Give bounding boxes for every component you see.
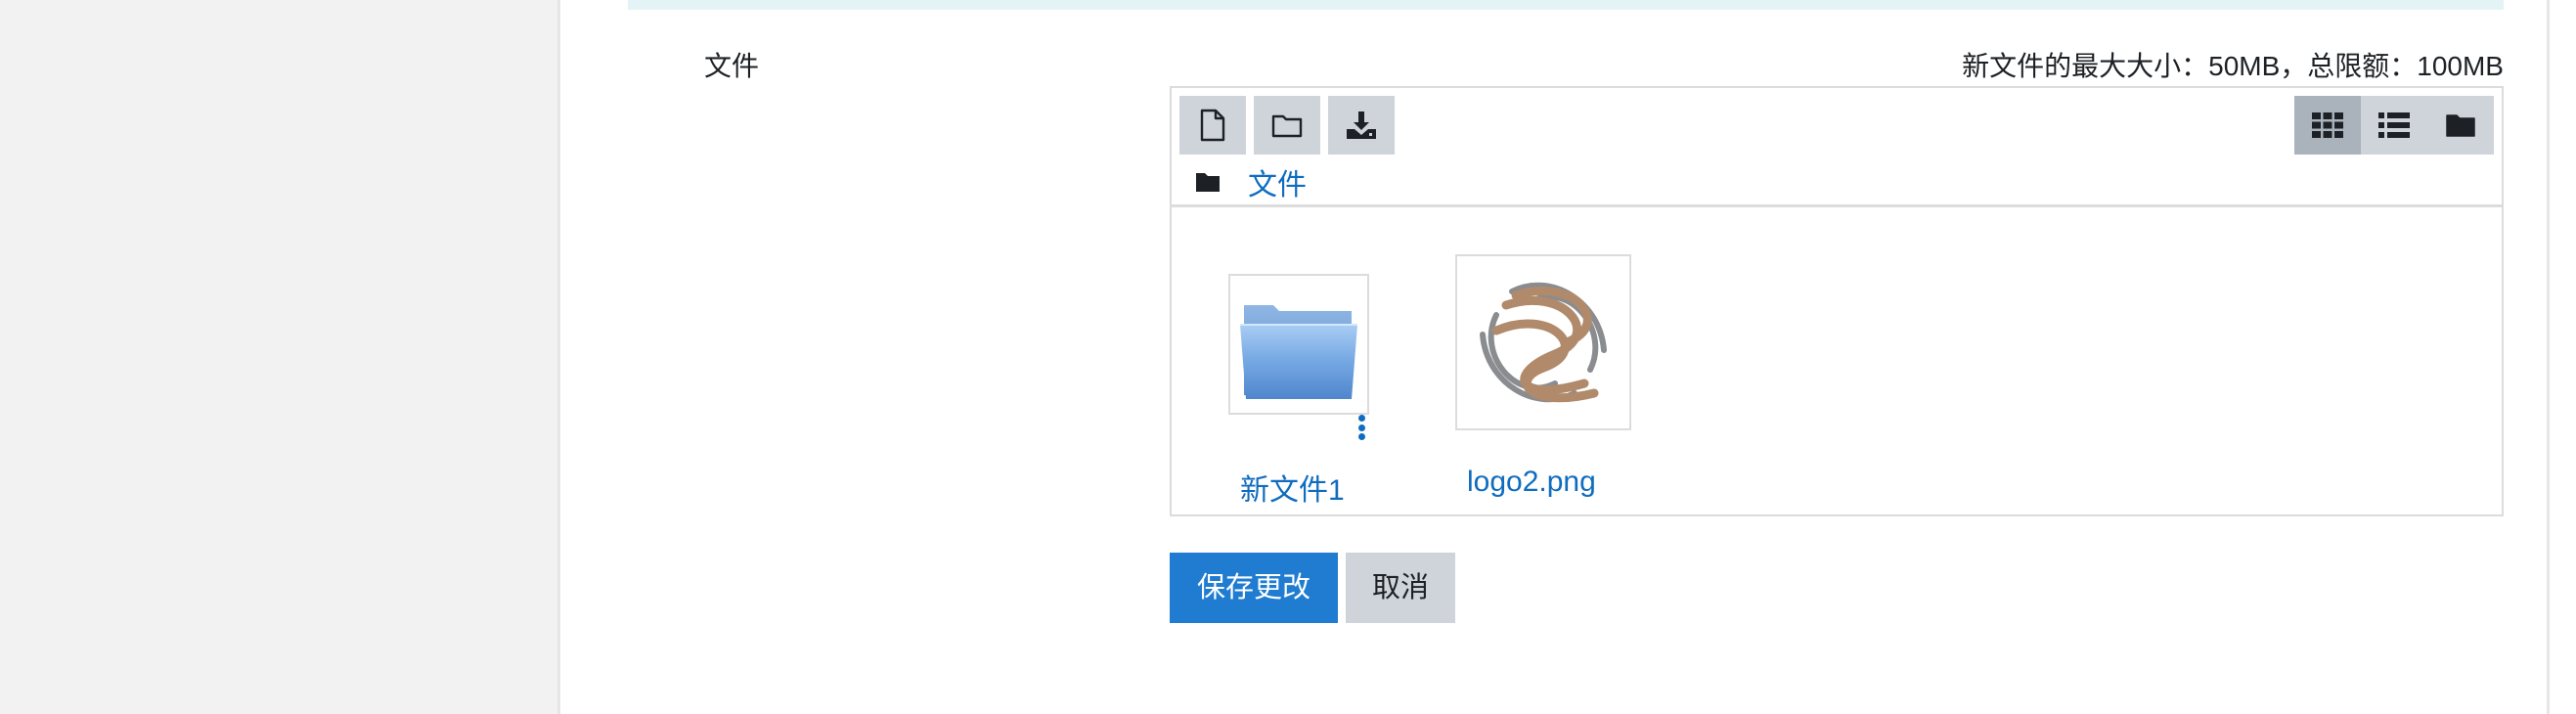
file-item-name: logo2.png (1467, 466, 1596, 498)
grid-icon (2312, 112, 2343, 138)
logo-thumbnail (1480, 282, 1607, 403)
file-item-name: 新文件1 (1240, 474, 1345, 507)
file-manager-toolbar: 文件 (1172, 88, 2502, 207)
folder-tree-icon (2446, 114, 2475, 137)
cancel-button[interactable]: 取消 (1346, 553, 1455, 623)
image-thumbnail (1455, 254, 1631, 430)
file-item-folder[interactable]: 新文件1 (1172, 209, 1369, 513)
right-scroll-edge (2547, 0, 2576, 714)
left-gutter (0, 0, 557, 714)
folder-icon (1196, 173, 1220, 192)
more-options-icon[interactable] (1357, 415, 1365, 440)
download-all-button[interactable] (1328, 96, 1395, 155)
breadcrumb-files-link[interactable]: 文件 (1248, 160, 1307, 203)
files-field-label: 文件 (704, 51, 760, 81)
breadcrumb: 文件 (1195, 162, 1307, 201)
view-list-toggle[interactable] (2361, 96, 2427, 155)
file-manager: 文件 新文件1 logo2.png (1170, 86, 2504, 516)
view-tree-toggle[interactable] (2427, 96, 2494, 155)
notice-strip (628, 0, 2504, 10)
save-changes-button[interactable]: 保存更改 (1170, 553, 1338, 623)
file-icon (1200, 109, 1225, 142)
view-icons-toggle[interactable] (2294, 96, 2361, 155)
list-icon (2378, 112, 2410, 138)
download-icon (1347, 112, 1376, 139)
create-folder-button[interactable] (1254, 96, 1320, 155)
folder-thumbnail (1228, 274, 1369, 415)
add-file-button[interactable] (1179, 96, 1246, 155)
file-item-image[interactable]: logo2.png (1455, 209, 1651, 513)
folder-icon (1240, 305, 1357, 399)
file-size-limits: 新文件的最大大小：50MB，总限额：100MB (1962, 51, 2504, 81)
folder-icon (1271, 114, 1303, 138)
